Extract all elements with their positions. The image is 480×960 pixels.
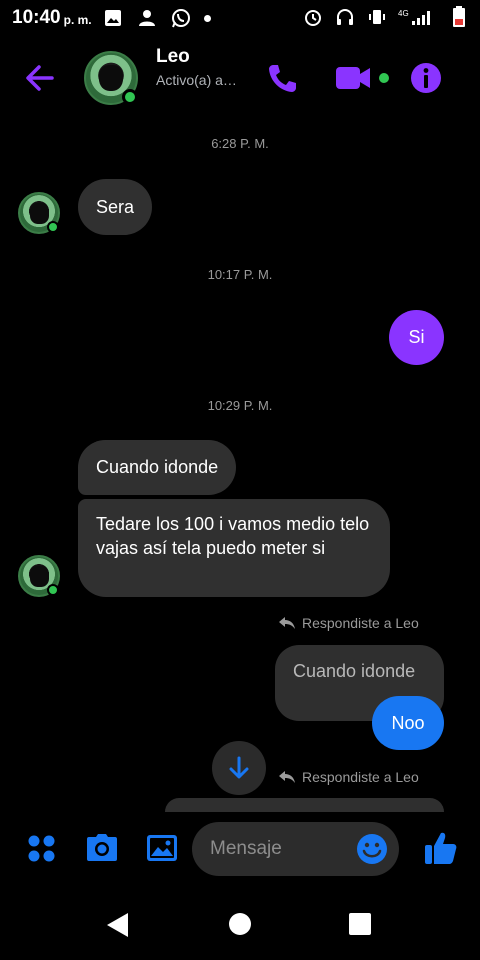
contact-name[interactable]: Leo (156, 46, 190, 68)
status-time: 10:40 (12, 7, 61, 28)
timestamp: 10:17 P. M. (207, 267, 273, 282)
reply-label: Respondiste a Leo (302, 615, 419, 631)
contact-notification-icon (136, 7, 158, 29)
quoted-reply-bubble-partial[interactable] (165, 798, 444, 812)
video-call-button[interactable] (334, 60, 394, 101)
image-notification-icon (102, 7, 124, 29)
message-bubble-outgoing[interactable]: Noo (372, 696, 444, 750)
camera-button[interactable] (85, 832, 119, 869)
reply-arrow-icon (279, 771, 295, 783)
signal-icon: 4G (398, 6, 438, 28)
system-navigation-bar (0, 890, 480, 960)
back-arrow-icon (26, 65, 54, 91)
notification-dot-icon (203, 14, 211, 22)
online-indicator (47, 221, 59, 233)
headphones-icon (334, 6, 356, 28)
info-icon (411, 63, 441, 93)
triangle-back-icon (107, 913, 128, 937)
reply-label: Respondiste a Leo (302, 769, 419, 785)
like-button[interactable] (424, 830, 458, 871)
gallery-icon (147, 835, 177, 861)
nav-home-button[interactable] (229, 913, 251, 935)
status-bar: 10:40 p. m. 4G (0, 0, 480, 36)
like-icon (425, 832, 457, 864)
phone-icon (269, 65, 296, 92)
status-ampm: p. m. (63, 13, 92, 27)
vibrate-icon (366, 6, 388, 28)
alarm-icon (302, 6, 324, 28)
video-camera-icon (336, 67, 389, 89)
menu-dots-icon (28, 835, 55, 862)
scroll-to-bottom-button[interactable] (212, 741, 266, 795)
timestamp: 10:29 P. M. (207, 398, 273, 413)
contact-status: Activo(a) a… (156, 72, 237, 88)
gallery-button[interactable] (146, 832, 178, 869)
emoji-button[interactable] (356, 833, 388, 865)
camera-icon (87, 834, 117, 861)
whatsapp-icon (170, 7, 192, 29)
arrow-down-icon (229, 756, 249, 779)
online-indicator (122, 89, 138, 105)
emoji-icon (357, 834, 387, 864)
reply-indicator: Respondiste a Leo (278, 615, 419, 631)
message-bubble-incoming[interactable]: Tedare los 100 i vamos medio telo vajas … (78, 499, 390, 597)
more-actions-button[interactable] (27, 834, 57, 869)
message-bubble-outgoing[interactable]: Si (389, 310, 444, 365)
message-composer (0, 816, 480, 884)
nav-back-button[interactable] (106, 912, 130, 943)
nav-recents-button[interactable] (349, 913, 371, 935)
timestamp: 6:28 P. M. (211, 136, 269, 151)
battery-icon (448, 6, 470, 28)
message-bubble-incoming[interactable]: Cuando idonde (78, 440, 237, 495)
network-type-label: 4G (398, 9, 409, 18)
reply-arrow-icon (279, 617, 295, 629)
online-indicator (47, 584, 59, 596)
message-bubble-incoming[interactable]: Sera (78, 179, 153, 235)
chat-header: Leo Activo(a) a… (0, 40, 480, 116)
conversation-info-button[interactable] (408, 60, 444, 101)
reply-indicator: Respondiste a Leo (278, 769, 419, 785)
voice-call-button[interactable] (264, 60, 300, 101)
back-button[interactable] (22, 60, 62, 96)
